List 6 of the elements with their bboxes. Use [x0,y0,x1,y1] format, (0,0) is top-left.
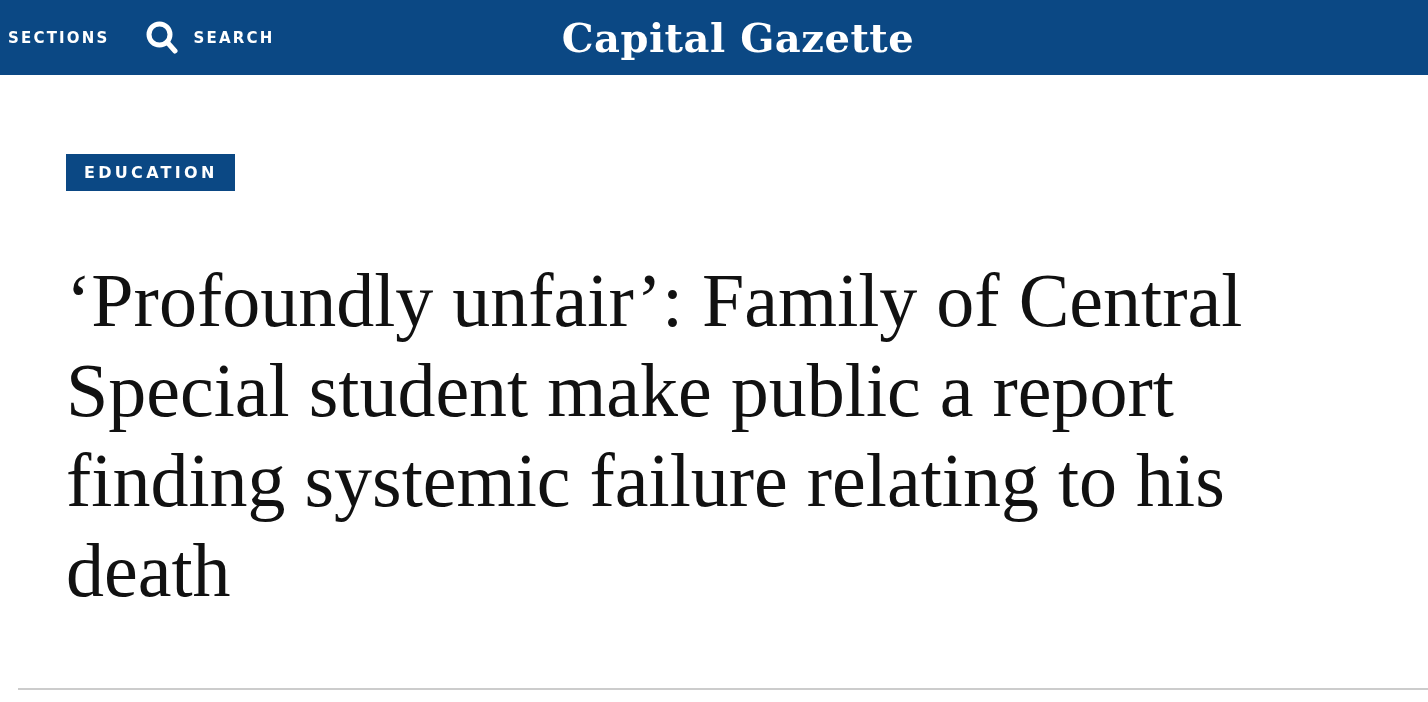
article-headline: ‘Profoundly unfair’: Family of Central Special student make public a report finding systemic failure relating to his death [66,257,1244,614]
category-tag[interactable]: EDUCATION [66,154,235,191]
site-logo[interactable]: Capital Gazette [513,14,915,61]
sections-button[interactable]: SECTIONS [8,28,110,47]
search-icon [145,21,178,54]
search-button[interactable]: SEARCH [145,21,275,54]
